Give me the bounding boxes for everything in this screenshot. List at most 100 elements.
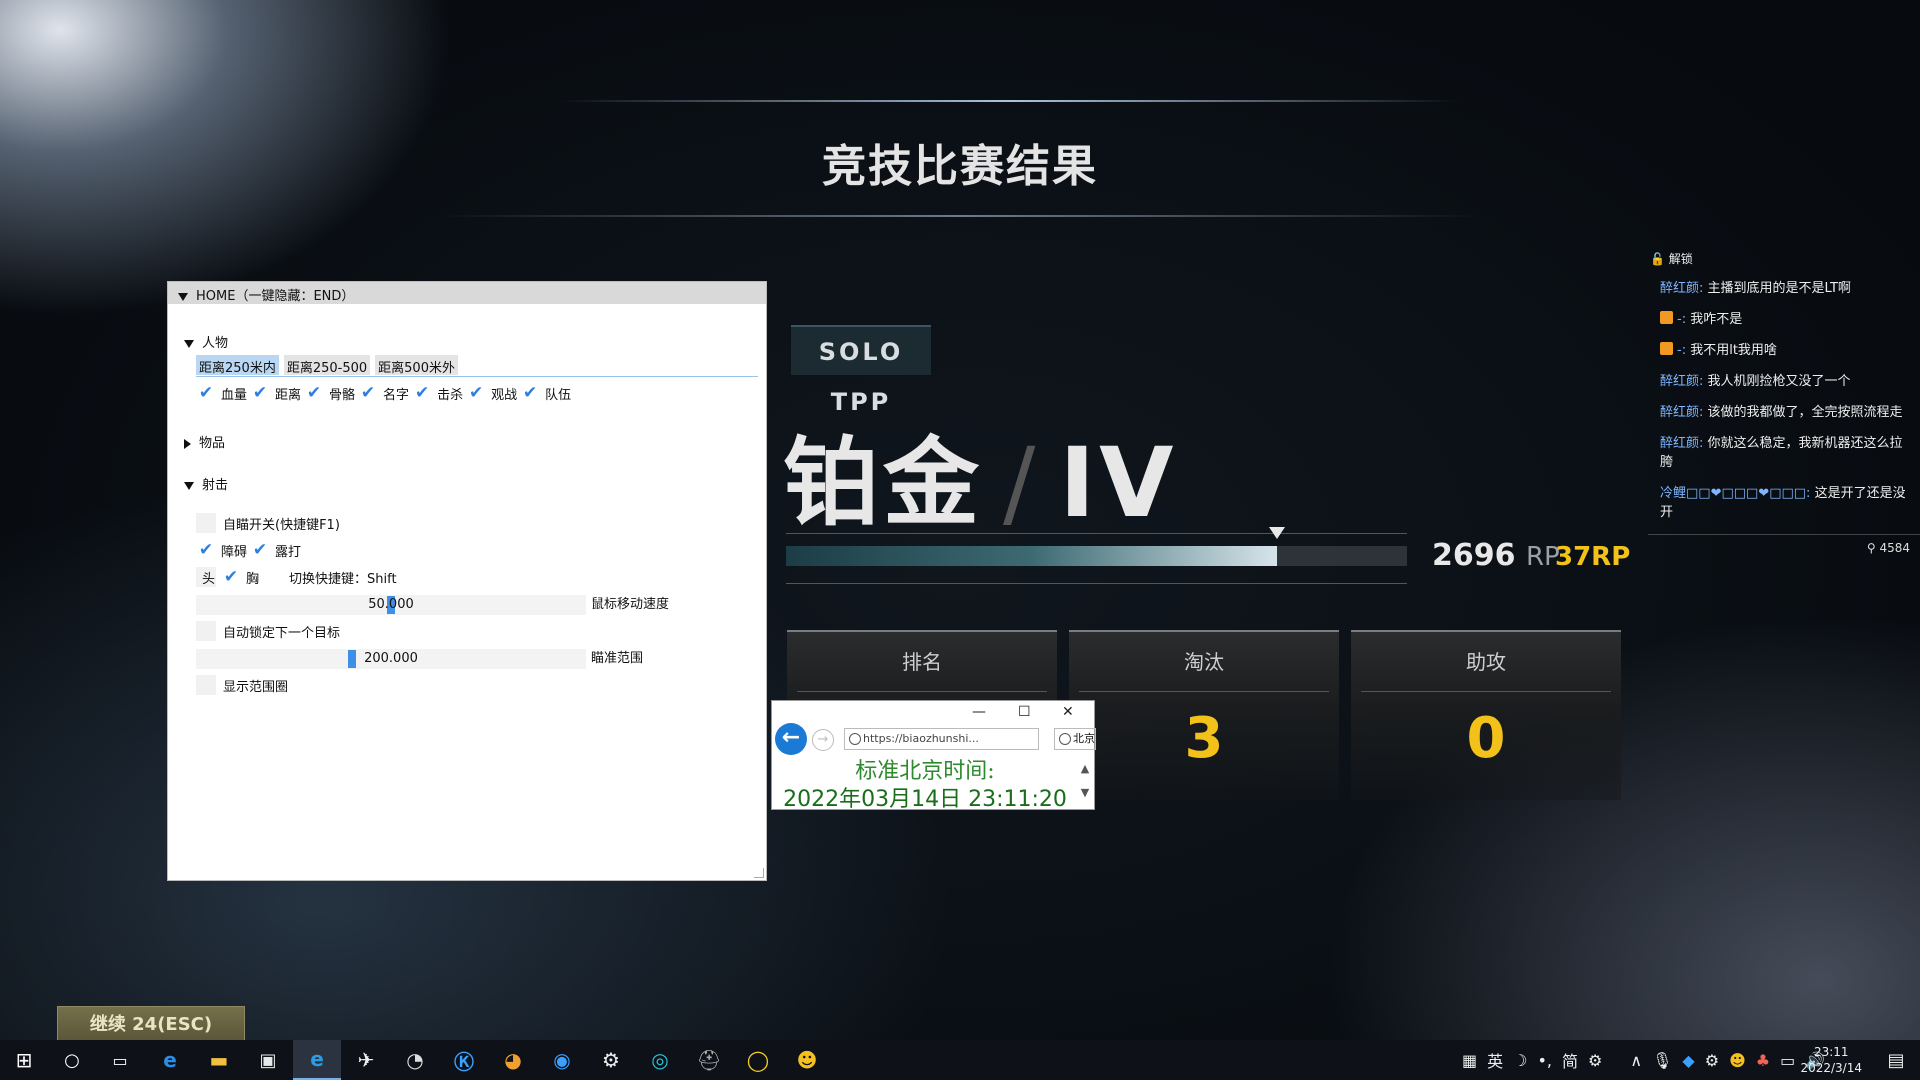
network-icon[interactable]: ▭ xyxy=(1780,1051,1795,1070)
tab-distance-near[interactable]: 距离250米内 xyxy=(196,355,279,376)
windows-start-icon[interactable]: ⊞ xyxy=(0,1040,48,1080)
chat-text: 该做的我都做了，全完按照流程走 xyxy=(1707,405,1903,420)
checkbox-distance[interactable]: ✔ xyxy=(250,383,270,403)
title-glow-top xyxy=(560,100,1460,102)
checkbox-chest[interactable]: ✔ xyxy=(221,567,241,587)
store-icon[interactable]: ▣ xyxy=(244,1040,292,1080)
title-glow-bottom xyxy=(440,215,1480,217)
moon-icon[interactable]: ☽ xyxy=(1513,1051,1527,1070)
rank-progress-fill xyxy=(786,546,1277,566)
tab-distance-far[interactable]: 距离500米外 xyxy=(375,355,458,376)
back-arrow-icon[interactable]: ← xyxy=(775,723,807,755)
forward-arrow-icon[interactable]: → xyxy=(812,729,834,751)
system-clock[interactable]: 23:11 2022/3/14 xyxy=(1800,1044,1862,1076)
task-view-icon[interactable]: ▭ xyxy=(96,1040,144,1080)
resize-grip[interactable] xyxy=(754,868,764,878)
steam-icon[interactable]: ⚙ xyxy=(587,1040,635,1080)
label-health: 血量 xyxy=(221,387,248,403)
chat-message: 醉红颜: 该做的我都做了，全完按照流程走 xyxy=(1648,403,1920,422)
chat-text: 我不用lt我用啥 xyxy=(1690,343,1777,358)
checkbox-health[interactable]: ✔ xyxy=(196,383,216,403)
continue-button[interactable]: 继续 24(ESC) xyxy=(57,1006,245,1042)
edge-browser-icon[interactable]: e xyxy=(146,1040,194,1080)
panel-header[interactable]: HOME（一键隐藏：END） xyxy=(168,282,766,304)
time-value: 2022年03月14日 23:11:20 xyxy=(783,787,1067,812)
section-items-label: 物品 xyxy=(199,436,226,451)
close-icon[interactable]: ✕ xyxy=(1062,704,1074,720)
chat-message: 醉红颜: 你就这么稳定，我新机器还这么拉胯 xyxy=(1648,434,1920,472)
mascot-tray-icon[interactable]: ☻ xyxy=(1729,1051,1746,1070)
chat-message: 冷鲤□□❤□□□❤□□□: 这是开了还是没开 xyxy=(1648,484,1920,522)
ime-simplified[interactable]: 简 xyxy=(1562,1048,1578,1072)
qq-browser-icon[interactable]: ◉ xyxy=(538,1040,586,1080)
gift-icon xyxy=(1660,311,1673,324)
section-people-label: 人物 xyxy=(202,336,229,351)
tab-distance-mid[interactable]: 距离250-500 xyxy=(283,355,371,376)
search-circle-icon[interactable]: ○ xyxy=(48,1040,96,1080)
obstacle-row: ✔ 障碍 ✔ 露打 xyxy=(196,539,301,561)
ime-language[interactable]: 英 xyxy=(1487,1048,1503,1072)
lock-icon: 🔓 xyxy=(1650,252,1665,266)
section-people[interactable]: 人物 xyxy=(184,332,228,351)
address-bar[interactable]: https://biaozhunshi... xyxy=(844,728,1039,750)
checkbox-exposed[interactable]: ✔ xyxy=(250,540,270,560)
mouse-speed-slider[interactable]: 50.000 xyxy=(196,595,586,615)
keyboard-grid-icon[interactable]: ▦ xyxy=(1462,1051,1477,1070)
pubg-helmet-icon[interactable]: ⛑ xyxy=(685,1040,733,1080)
browser-tab[interactable]: 北京 xyxy=(1054,728,1096,750)
checkbox-name[interactable]: ✔ xyxy=(358,383,378,403)
microphone-icon[interactable]: 🎙 xyxy=(1652,1051,1672,1070)
chat-text: 主播到底用的是不是LT啊 xyxy=(1707,281,1851,296)
slider-thumb[interactable] xyxy=(348,650,356,668)
section-items[interactable]: 物品 xyxy=(184,432,225,451)
kugou-icon[interactable]: Ⓚ xyxy=(440,1040,488,1080)
chat-text: 我人机刚捡枪又没了一个 xyxy=(1707,374,1851,389)
stat-label: 助攻 xyxy=(1361,632,1611,692)
scroll-up-icon[interactable]: ▲ xyxy=(1078,757,1092,781)
chevron-up-icon[interactable]: ∧ xyxy=(1630,1051,1642,1070)
stat-value: 0 xyxy=(1466,706,1506,771)
section-shooting[interactable]: 射击 xyxy=(184,474,228,493)
distance-tabs: 距离250米内 距离250-500 距离500米外 xyxy=(196,355,458,376)
expand-down-icon xyxy=(184,339,194,348)
viewer-count: ⚲ 4584 xyxy=(1648,534,1920,555)
yellow-ring-icon[interactable]: ◯ xyxy=(734,1040,782,1080)
speedometer-icon[interactable]: ◔ xyxy=(391,1040,439,1080)
checkbox-aim-toggle[interactable] xyxy=(196,513,216,533)
checkbox-auto-lock[interactable] xyxy=(196,621,216,641)
app-tray-icon[interactable]: ♣ xyxy=(1756,1051,1770,1070)
network-app-icon[interactable]: ◎ xyxy=(636,1040,684,1080)
file-explorer-icon[interactable]: ▬ xyxy=(195,1040,243,1080)
chat-username: 醉红颜: xyxy=(1660,374,1704,389)
bluetooth-icon[interactable]: ◆ xyxy=(1682,1051,1694,1070)
ie-browser-icon[interactable]: e xyxy=(293,1040,341,1080)
checkbox-team[interactable]: ✔ xyxy=(520,383,540,403)
rp-total: 2696 RP xyxy=(1432,538,1560,573)
scroll-down-icon[interactable]: ▼ xyxy=(1078,781,1092,805)
checkbox-spectate[interactable]: ✔ xyxy=(466,383,486,403)
minimize-icon[interactable]: — xyxy=(972,704,986,720)
panel-header-label: HOME（一键隐藏：END） xyxy=(196,289,355,304)
chat-unlock[interactable]: 🔓 解锁 xyxy=(1648,250,1920,267)
person-icon: ⚲ xyxy=(1866,541,1876,555)
maximize-icon[interactable]: ☐ xyxy=(1018,704,1031,720)
punctuation-icon[interactable]: •, xyxy=(1537,1051,1552,1070)
rp-value: 2696 xyxy=(1432,538,1516,573)
settings-gear-icon[interactable]: ⚙ xyxy=(1588,1051,1602,1070)
notification-icon[interactable]: ▤ xyxy=(1872,1040,1920,1080)
chat-text: 我咋不是 xyxy=(1690,312,1743,327)
scrollbar[interactable]: ▲ ▼ xyxy=(1078,757,1092,805)
label-kills: 击杀 xyxy=(437,387,464,403)
checkbox-show-range[interactable] xyxy=(196,675,216,695)
checkbox-obstacle[interactable]: ✔ xyxy=(196,540,216,560)
chrome-like-icon[interactable]: ◕ xyxy=(489,1040,537,1080)
checkbox-skeleton[interactable]: ✔ xyxy=(304,383,324,403)
label-head: 头 xyxy=(202,571,216,587)
steam-tray-icon[interactable]: ⚙ xyxy=(1705,1051,1719,1070)
gift-icon xyxy=(1660,342,1673,355)
checkbox-kills[interactable]: ✔ xyxy=(412,383,432,403)
feather-app-icon[interactable]: ✈ xyxy=(342,1040,390,1080)
aim-range-slider[interactable]: 200.000 xyxy=(196,649,586,669)
label-skeleton: 骨骼 xyxy=(329,387,356,403)
mascot-app-icon[interactable]: ☻ xyxy=(783,1040,831,1080)
